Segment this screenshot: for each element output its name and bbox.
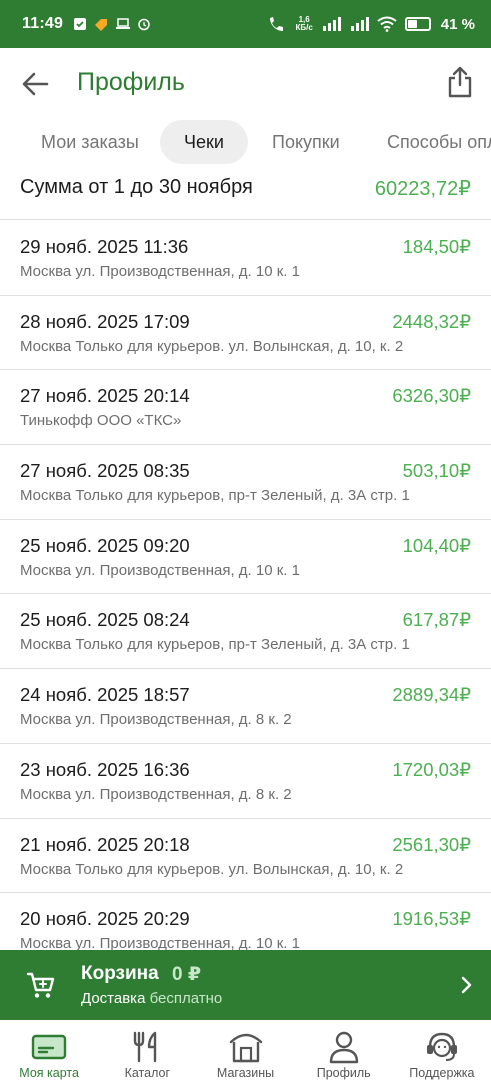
cart-bar[interactable]: Корзина 0 ₽ Доставка бесплатно bbox=[0, 950, 491, 1020]
receipt-amount: 2561,30₽ bbox=[392, 833, 471, 855]
receipt-store-address: Москва Только для курьеров. ул. Волынска… bbox=[20, 337, 404, 355]
nav-label: Магазины bbox=[216, 1066, 275, 1080]
battery-percent: 41 % bbox=[440, 15, 475, 33]
bottom-navigation: Моя карта Каталог Магазины Профиль Подде… bbox=[0, 1020, 491, 1090]
receipt-row[interactable]: 27 нояб. 2025 20:14 Тинькофф ООО «ТКС» 632… bbox=[0, 370, 491, 446]
nav-my-card[interactable]: Моя карта bbox=[0, 1020, 98, 1090]
cart-amount: 0 ₽ bbox=[172, 964, 202, 985]
receipt-date: 25 нояб. 2025 08:24 bbox=[20, 609, 190, 631]
receipt-row[interactable]: 25 нояб. 2025 08:24 Москва Только для кур… bbox=[0, 594, 491, 670]
person-icon bbox=[329, 1031, 358, 1064]
receipt-row[interactable]: 20 нояб. 2025 20:29 Москва ул. Производст… bbox=[0, 893, 491, 950]
receipt-amount: 1720,03₽ bbox=[392, 758, 471, 780]
nav-label: Каталог bbox=[124, 1066, 171, 1080]
receipt-row[interactable]: 23 нояб. 2025 16:36 Москва ул. Производст… bbox=[0, 744, 491, 819]
receipt-date: 27 нояб. 2025 08:35 bbox=[20, 460, 190, 482]
wifi-icon bbox=[377, 16, 397, 32]
receipt-amount: 1916,53₽ bbox=[392, 908, 471, 930]
receipt-store-address: Москва Только для курьеров, пр-т Зеленый… bbox=[20, 636, 410, 654]
wifi-call-icon bbox=[270, 17, 284, 31]
fork-knife-icon bbox=[134, 1031, 157, 1063]
cart-icon bbox=[26, 972, 55, 998]
page-title: Профиль bbox=[77, 68, 185, 96]
cart-delivery: Доставка бесплатно bbox=[81, 990, 222, 1007]
share-icon[interactable] bbox=[447, 66, 473, 98]
receipt-date: 24 нояб. 2025 18:57 bbox=[20, 684, 190, 706]
receipt-date: 21 нояб. 2025 20:18 bbox=[20, 833, 190, 855]
store-icon bbox=[229, 1033, 262, 1063]
profile-tabs: Мои заказы Чеки Покупки Способы оплаты bbox=[0, 120, 491, 166]
alarm-icon bbox=[138, 18, 150, 31]
battery-level bbox=[407, 20, 417, 28]
back-arrow-icon[interactable] bbox=[20, 70, 50, 98]
summary-total: 60223,72₽ bbox=[374, 178, 471, 200]
nav-stores[interactable]: Магазины bbox=[196, 1020, 294, 1090]
tab-payment-methods[interactable]: Способы оплаты bbox=[363, 120, 491, 164]
receipt-date: 25 нояб. 2025 09:20 bbox=[20, 534, 190, 556]
receipt-date: 29 нояб. 2025 11:36 bbox=[20, 236, 189, 257]
tab-my-orders[interactable]: Мои заказы bbox=[17, 120, 163, 164]
receipt-store-address: Москва ул. Производственная, д. 8 к. 2 bbox=[20, 785, 292, 803]
status-notification-icons bbox=[73, 17, 151, 31]
signal-icon-2 bbox=[350, 17, 369, 31]
receipt-store-address: Москва ул. Производственная, д. 8 к. 2 bbox=[20, 711, 292, 729]
receipt-store-address: Москва ул. Производственная, д. 10 к. 1 bbox=[20, 935, 300, 950]
receipt-date: 27 нояб. 2025 20:14 bbox=[20, 385, 190, 407]
receipt-list: 29 нояб. 2025 11:36 Москва ул. Производст… bbox=[0, 221, 491, 950]
receipt-amount: 6326,30₽ bbox=[392, 385, 471, 407]
receipt-date: 28 нояб. 2025 17:09 bbox=[20, 310, 190, 332]
receipt-date: 20 нояб. 2025 20:29 bbox=[20, 908, 190, 930]
app-notification-icon bbox=[74, 18, 87, 30]
chevron-right-icon bbox=[461, 976, 472, 994]
receipt-amount: 104,40₽ bbox=[402, 534, 471, 556]
network-speed: 1,6 КБ/с bbox=[295, 16, 312, 32]
receipt-row[interactable]: 21 нояб. 2025 20:18 Москва Только для кур… bbox=[0, 819, 491, 894]
nav-catalog[interactable]: Каталог bbox=[98, 1020, 196, 1090]
cart-title: Корзина bbox=[81, 963, 159, 984]
tab-purchases[interactable]: Покупки bbox=[248, 120, 364, 164]
cart-delivery-value: бесплатно bbox=[149, 990, 223, 1007]
status-bar: 11:49 1,6 КБ/с 41 % bbox=[0, 0, 491, 48]
nav-label: Моя карта bbox=[19, 1066, 79, 1080]
receipt-amount: 617,87₽ bbox=[402, 609, 471, 631]
signal-icon-1 bbox=[322, 17, 341, 31]
cart-delivery-label: Доставка bbox=[81, 990, 146, 1007]
laptop-icon bbox=[116, 18, 131, 29]
nav-support[interactable]: Поддержка bbox=[393, 1020, 491, 1090]
summary-label: Сумма от 1 до 30 ноября bbox=[20, 176, 253, 198]
receipt-amount: 503,10₽ bbox=[402, 460, 471, 482]
receipt-amount: 184,50₽ bbox=[402, 236, 471, 257]
receipt-row[interactable]: 25 нояб. 2025 09:20 Москва ул. Производст… bbox=[0, 520, 491, 595]
status-system-icons: 1,6 КБ/с 41 % bbox=[267, 15, 475, 33]
receipt-date: 23 нояб. 2025 16:36 bbox=[20, 758, 190, 780]
card-icon bbox=[31, 1034, 67, 1060]
receipt-store-address: Москва ул. Производственная, д. 10 к. 1 bbox=[20, 263, 300, 280]
network-speed-unit: КБ/с bbox=[295, 23, 313, 32]
receipt-amount: 2889,34₽ bbox=[392, 684, 471, 706]
receipt-store-address: Москва ул. Производственная, д. 10 к. 1 bbox=[20, 561, 300, 579]
receipt-row[interactable]: 29 нояб. 2025 11:36 Москва ул. Производст… bbox=[0, 221, 491, 296]
app-header: Профиль bbox=[0, 48, 491, 120]
receipt-row[interactable]: 28 нояб. 2025 17:09 Москва Только для кур… bbox=[0, 296, 491, 371]
nav-profile[interactable]: Профиль bbox=[295, 1020, 393, 1090]
receipt-store-address: Москва Только для курьеров. ул. Волынска… bbox=[20, 860, 404, 878]
tag-icon bbox=[95, 19, 108, 31]
nav-label: Профиль bbox=[316, 1066, 371, 1080]
nav-label: Поддержка bbox=[409, 1066, 475, 1080]
receipt-amount: 2448,32₽ bbox=[392, 310, 471, 332]
support-icon bbox=[426, 1032, 457, 1061]
receipt-store-address: Тинькофф ООО «ТКС» bbox=[20, 412, 182, 430]
battery-icon bbox=[404, 17, 431, 31]
tab-receipts[interactable]: Чеки bbox=[160, 120, 248, 164]
status-time: 11:49 bbox=[22, 15, 64, 32]
period-summary: Сумма от 1 до 30 ноября 60223,72₽ bbox=[0, 168, 491, 220]
receipt-row[interactable]: 24 нояб. 2025 18:57 Москва ул. Производст… bbox=[0, 669, 491, 744]
receipt-store-address: Москва Только для курьеров, пр-т Зеленый… bbox=[20, 487, 410, 505]
receipt-row[interactable]: 27 нояб. 2025 08:35 Москва Только для кур… bbox=[0, 445, 491, 520]
